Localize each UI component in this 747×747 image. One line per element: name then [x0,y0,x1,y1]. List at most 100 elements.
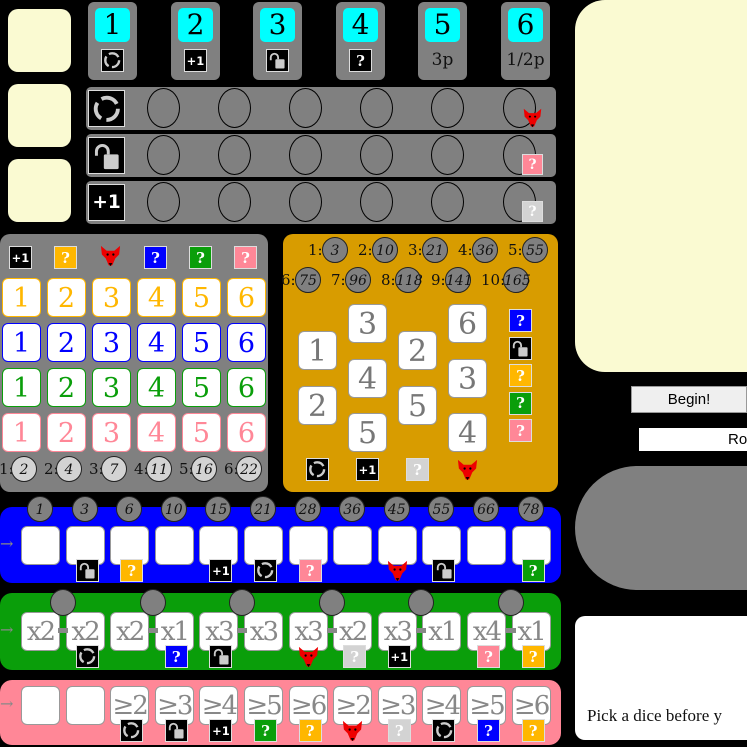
track-cell[interactable] [467,526,506,565]
track-arrow-icon: → [0,694,14,713]
reserve-slot-1[interactable] [8,9,71,72]
dice-tray[interactable] [575,466,747,590]
bonus-checkbox[interactable] [289,182,322,222]
bonus-checkbox[interactable] [147,182,180,222]
fox-icon [297,645,320,668]
round-number: 1 [95,8,130,42]
score-circle: 36 [472,237,498,263]
grid-cell-pink-6[interactable]: 6 [227,413,266,452]
track-cell[interactable] [21,526,60,565]
yellow-question-icon: ? [521,645,545,668]
grid-cell-yellow-3[interactable]: 3 [92,278,131,317]
track-cell[interactable]: x2 [110,612,150,651]
pair-connector [237,628,247,633]
grid-cell-green-2[interactable]: 2 [47,368,86,407]
message-text: Pick a dice before y [587,706,722,725]
orange-cell[interactable]: 4 [448,413,487,452]
orange-cell[interactable]: 2 [298,386,337,425]
orange-cell[interactable]: 5 [398,386,437,425]
unlock-icon [209,645,233,668]
grid-cell-yellow-4[interactable]: 4 [137,278,176,317]
bonus-checkbox[interactable] [431,182,464,222]
score-circle: 7 [101,456,127,482]
grid-cell-pink-1[interactable]: 1 [2,413,41,452]
bonus-row-plus-one: +1? [86,181,556,224]
orange-cell[interactable]: 2 [398,331,437,370]
bonus-checkbox[interactable] [360,182,393,222]
grid-cell-pink-2[interactable]: 2 [47,413,86,452]
orange-cell[interactable]: 1 [298,331,337,370]
blue-question-icon: ? [509,309,532,332]
bonus-checkbox[interactable] [218,135,251,175]
bonus-checkbox[interactable] [360,135,393,175]
track-cell[interactable] [65,686,105,725]
grid-cell-pink-4[interactable]: 4 [137,413,176,452]
score-circle: 22 [236,456,262,482]
grid-cell-green-6[interactable]: 6 [227,368,266,407]
track-cell[interactable] [154,526,194,565]
bonus-checkbox[interactable] [431,88,464,128]
bonus-checkbox[interactable] [289,88,322,128]
score-circle: 21 [422,237,448,263]
plus-one-icon: +1 [209,719,233,742]
round-display: Ro [639,428,747,451]
begin-button[interactable]: Begin! [631,386,747,413]
grid-cell-blue-5[interactable]: 5 [182,323,221,362]
green-question-icon: ? [189,246,212,269]
black-question-icon: ? [349,49,372,72]
grid-cell-blue-3[interactable]: 3 [92,323,131,362]
unlock-icon [266,49,289,72]
grid-cell-green-3[interactable]: 3 [92,368,131,407]
grid-cell-pink-5[interactable]: 5 [182,413,221,452]
bonus-checkbox[interactable] [147,135,180,175]
gray-question-icon: ? [406,458,429,481]
grid-cell-blue-6[interactable]: 6 [227,323,266,362]
reroll-icon [88,90,125,127]
track-cell[interactable]: x3 [244,612,283,651]
unlock-icon [164,719,188,742]
bonus-checkbox[interactable] [289,135,322,175]
orange-cell[interactable]: 5 [348,413,387,452]
bonus-checkbox[interactable] [431,135,464,175]
round-reward: 1/2p [506,50,545,70]
grid-cell-blue-2[interactable]: 2 [47,323,86,362]
grid-cell-blue-1[interactable]: 1 [2,323,41,362]
gray-question-icon: ? [387,719,411,742]
grid-cell-yellow-5[interactable]: 5 [182,278,221,317]
reserve-slot-2[interactable] [8,84,71,147]
orange-cell[interactable]: 3 [348,304,387,343]
grid-cell-yellow-2[interactable]: 2 [47,278,86,317]
fox-icon [341,719,364,742]
track-cell[interactable]: x2 [21,612,60,651]
dice-area[interactable] [575,0,747,372]
track-cell[interactable] [21,686,60,725]
bonus-checkbox[interactable] [360,88,393,128]
orange-cell[interactable]: 4 [348,359,387,398]
bonus-checkbox[interactable] [218,182,251,222]
grid-cell-green-4[interactable]: 4 [137,368,176,407]
grid-cell-yellow-6[interactable]: 6 [227,278,266,317]
gray-question-icon: ? [522,201,543,222]
grid-cell-blue-4[interactable]: 4 [137,323,176,362]
blue-question-icon: ? [144,246,167,269]
round-card-3: 3 [253,2,302,80]
score-label: 3: [408,241,423,259]
grid-cell-pink-3[interactable]: 3 [92,413,131,452]
fox-icon [386,559,409,582]
green-bonus-circle [497,589,524,616]
fox-icon [99,244,122,267]
track-cell[interactable]: x1 [422,612,462,651]
grid-cell-green-5[interactable]: 5 [182,368,221,407]
bonus-checkbox[interactable] [218,88,251,128]
blue-score-circle: 45 [383,496,410,522]
orange-cell[interactable]: 6 [448,304,487,343]
bonus-checkbox[interactable] [147,88,180,128]
grid-cell-green-1[interactable]: 1 [2,368,41,407]
blue-question-icon: ? [164,645,188,668]
track-cell[interactable] [333,526,373,565]
reserve-slot-3[interactable] [8,159,71,222]
plus-one-icon: +1 [9,246,32,269]
grid-cell-yellow-1[interactable]: 1 [2,278,41,317]
blue-score-circle: 6 [116,496,143,522]
orange-cell[interactable]: 3 [448,359,487,398]
